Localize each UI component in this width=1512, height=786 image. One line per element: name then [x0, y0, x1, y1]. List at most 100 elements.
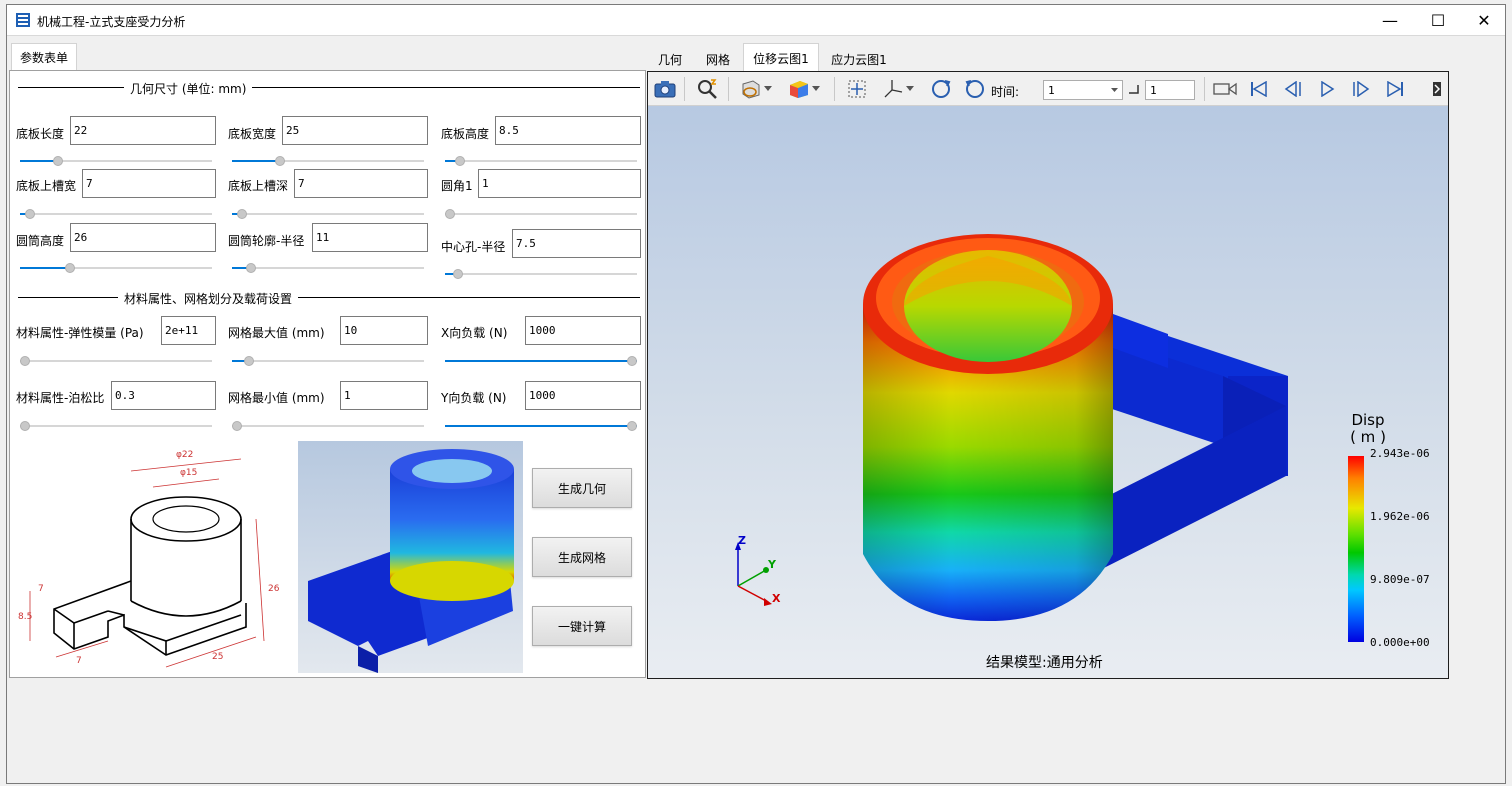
- toolbar-separator: [728, 77, 729, 101]
- mesh-min-input[interactable]: 1: [340, 381, 428, 410]
- play-icon[interactable]: [1314, 76, 1340, 102]
- slot-width-input[interactable]: 7: [82, 169, 216, 198]
- elastic-modulus-input[interactable]: 2e+11: [161, 316, 216, 345]
- section-divider: 材料属性、网格划分及载荷设置: [18, 290, 640, 307]
- hole-radius-slider[interactable]: [445, 269, 637, 279]
- drawing-dim-slot: 7: [76, 656, 82, 666]
- mesh-max-input[interactable]: 10: [340, 316, 428, 345]
- compute-button[interactable]: 一键计算: [532, 606, 632, 646]
- base-height-input[interactable]: 8.5: [495, 116, 641, 145]
- base-length-input[interactable]: 22: [70, 116, 216, 145]
- toolbar-overflow-icon[interactable]: [1430, 76, 1444, 102]
- legend-tick: 9.809e-07: [1370, 573, 1430, 586]
- tab-mesh[interactable]: 网格: [697, 46, 739, 72]
- cylinder-height-input[interactable]: 26: [70, 223, 216, 252]
- mesh-max-slider[interactable]: [232, 356, 424, 366]
- cylinder-height-slider[interactable]: [20, 263, 212, 273]
- first-frame-icon[interactable]: [1246, 76, 1272, 102]
- slot-depth-slider[interactable]: [232, 209, 424, 219]
- drawing-dim-width: 25: [212, 652, 223, 662]
- base-height-slider[interactable]: [445, 156, 637, 166]
- y-load-input[interactable]: 1000: [525, 381, 641, 410]
- result-caption: 结果模型:通用分析: [986, 655, 1103, 671]
- engineering-drawing: φ22 φ15 26 25 7 8.5 7: [16, 441, 280, 673]
- toolbar-separator: [684, 77, 685, 101]
- geometry-section-title: 几何尺寸 (单位: mm): [124, 80, 253, 97]
- generate-mesh-button[interactable]: 生成网格: [532, 537, 632, 577]
- x-load-slider[interactable]: [445, 356, 637, 366]
- fit-view-icon[interactable]: [844, 76, 870, 102]
- time-label: 时间:: [991, 85, 1020, 99]
- mesh-min-slider[interactable]: [232, 421, 424, 431]
- minimize-button[interactable]: —: [1367, 5, 1413, 35]
- step-spinner[interactable]: 1: [1145, 80, 1195, 100]
- tab-stress-plot[interactable]: 应力云图1: [823, 46, 895, 72]
- tab-geometry[interactable]: 几何: [649, 46, 691, 72]
- poisson-ratio-slider[interactable]: [20, 421, 212, 431]
- result-viewer: 时间: 1 1 Z Y X Disp (m) 2.943e-06 1.962…: [647, 71, 1449, 679]
- drawing-dim-height: 26: [268, 584, 280, 594]
- render-canvas[interactable]: Z Y X Disp ( m ) 2.943e-06 1.962e-06 9.8…: [648, 106, 1448, 678]
- legend-tick-min: 0.000e+00: [1370, 636, 1430, 649]
- rotate-ccw-icon[interactable]: [962, 76, 988, 102]
- clip-plane-icon[interactable]: [738, 76, 764, 102]
- slot-width-slider[interactable]: [20, 209, 212, 219]
- rotate-cw-icon[interactable]: [928, 76, 954, 102]
- generate-geometry-button[interactable]: 生成几何: [532, 468, 632, 508]
- field-label: 圆筒高度: [16, 234, 65, 248]
- field-label: 材料属性-弹性模量 (Pa): [16, 326, 144, 340]
- viewer-toolbar: 时间: 1 1: [648, 72, 1448, 106]
- zoom-icon[interactable]: [694, 76, 720, 102]
- maximize-button[interactable]: ☐: [1415, 5, 1461, 35]
- color-cube-icon[interactable]: [786, 76, 812, 102]
- fea-preview-image: [298, 441, 523, 673]
- last-frame-icon[interactable]: [1382, 76, 1408, 102]
- drawing-dim-phi15: φ15: [180, 468, 197, 478]
- base-width-input[interactable]: 25: [282, 116, 428, 145]
- title-separator: [7, 35, 1505, 36]
- chevron-down-icon[interactable]: [904, 76, 916, 102]
- base-length-slider[interactable]: [20, 156, 212, 166]
- chevron-down-icon[interactable]: [810, 76, 822, 102]
- axes-icon[interactable]: [880, 76, 906, 102]
- legend-tick-max: 2.943e-06: [1370, 447, 1430, 460]
- field-label: 底板长度: [16, 127, 65, 141]
- fillet-input[interactable]: 1: [478, 169, 641, 198]
- time-select[interactable]: 1: [1043, 80, 1123, 100]
- chevron-down-icon: [1111, 88, 1118, 92]
- field-label: 网格最小值 (mm): [228, 391, 325, 405]
- legend-title-line1: Disp: [1351, 411, 1385, 429]
- camera-icon[interactable]: [652, 76, 678, 102]
- color-legend-bar: [1348, 456, 1364, 642]
- record-video-icon[interactable]: [1212, 76, 1238, 102]
- close-button[interactable]: ✕: [1461, 5, 1507, 35]
- step-spinner-value: 1: [1150, 83, 1157, 97]
- legend-title: Disp ( m ): [1348, 412, 1388, 446]
- base-width-slider[interactable]: [232, 156, 424, 166]
- tab-parameter-form[interactable]: 参数表单: [11, 43, 77, 71]
- cylinder-radius-slider[interactable]: [232, 263, 424, 273]
- parameter-panel: 几何尺寸 (单位: mm) 底板长度 22 底板宽度 25 底板高度 8.5 底…: [9, 70, 646, 678]
- field-label: 底板宽度: [228, 127, 277, 141]
- app-icon: [16, 13, 30, 27]
- chevron-down-icon[interactable]: [762, 76, 774, 102]
- legend-title-line2: ( m ): [1350, 428, 1386, 446]
- fillet-slider[interactable]: [445, 209, 637, 219]
- hole-radius-input[interactable]: 7.5: [512, 229, 641, 258]
- poisson-ratio-input[interactable]: 0.3: [111, 381, 216, 410]
- y-load-slider[interactable]: [445, 421, 637, 431]
- elastic-modulus-slider[interactable]: [20, 356, 212, 366]
- next-frame-icon[interactable]: [1348, 76, 1374, 102]
- field-label: 底板上槽宽: [16, 179, 77, 193]
- prev-frame-icon[interactable]: [1280, 76, 1306, 102]
- toolbar-separator: [834, 77, 835, 101]
- slot-depth-input[interactable]: 7: [294, 169, 428, 198]
- drawing-dim-phi22: φ22: [176, 450, 193, 460]
- cylinder-radius-input[interactable]: 11: [312, 223, 428, 252]
- field-label: X向负载 (N): [441, 326, 508, 340]
- step-icon: [1126, 76, 1142, 102]
- field-label: 底板上槽深: [228, 179, 289, 193]
- tab-displacement-plot[interactable]: 位移云图1: [743, 43, 819, 72]
- section-divider: 几何尺寸 (单位: mm): [18, 80, 640, 97]
- x-load-input[interactable]: 1000: [525, 316, 641, 345]
